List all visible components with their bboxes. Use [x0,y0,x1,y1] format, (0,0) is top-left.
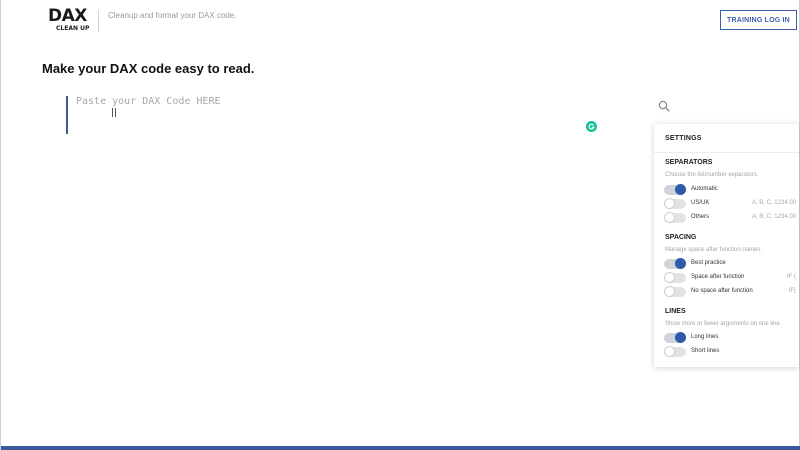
option-hint: IF( [788,288,796,294]
toggle-knob [675,184,686,195]
toggle-knob [664,212,675,223]
option-short-lines[interactable]: Short lines [664,346,796,358]
option-label: Others [691,214,710,220]
logo-divider [98,10,99,32]
bottom-accent-bar [1,446,800,450]
section-title-separators: SEPARATORS [665,159,713,166]
toggle-knob [664,346,675,357]
search-icon[interactable] [658,100,670,112]
page-title: Make your DAX code easy to read. [42,61,255,76]
option-hint: A, B, C, 1234.00 [751,200,796,206]
section-title-lines: LINES [665,308,686,315]
section-desc-spacing: Manage space after function names. [665,247,763,253]
option-hint: A; B; C; 1234,00 [751,214,796,220]
logo-main-text: DAX [48,6,87,26]
editor-accent-bar [66,96,68,134]
logo-sub-text: CLEAN UP [56,25,90,32]
training-login-button[interactable]: TRAINING LOG IN [720,10,797,30]
toggle-switch[interactable] [664,346,686,357]
toggle-switch[interactable] [664,332,686,343]
toggle-knob [664,272,675,283]
option-label: Automatic [691,186,718,192]
toggle-knob [675,258,686,269]
dax-code-editor[interactable] [76,96,636,134]
settings-panel: SETTINGS SEPARATORS Choose the list/numb… [654,124,799,367]
option-hint: IF ( [787,274,796,280]
option-automatic[interactable]: Automatic [664,184,796,196]
section-desc-separators: Choose the list/number separators. [665,172,759,178]
logo[interactable]: DAX CLEAN UP [48,6,90,33]
toggle-switch[interactable] [664,198,686,209]
grammarly-icon[interactable] [586,121,597,132]
settings-title: SETTINGS [665,135,702,142]
option-long-lines[interactable]: Long lines [664,332,796,344]
option-label: Long lines [691,334,719,340]
toggle-switch[interactable] [664,286,686,297]
option-us-uk[interactable]: US/UK A, B, C, 1234.00 [664,198,796,210]
settings-divider [654,152,799,153]
toggle-switch[interactable] [664,212,686,223]
header: DAX CLEAN UP Cleanup and format your DAX… [1,0,800,42]
toggle-switch[interactable] [664,184,686,195]
toggle-switch[interactable] [664,258,686,269]
toggle-switch[interactable] [664,272,686,283]
toggle-knob [664,286,675,297]
toggle-knob [675,332,686,343]
text-cursor-icon [112,108,116,117]
option-label: No space after function [691,288,753,294]
option-others[interactable]: Others A; B; C; 1234,00 [664,212,796,224]
option-label: US/UK [691,200,710,206]
option-no-space-after-function[interactable]: No space after function IF( [664,286,796,298]
section-desc-lines: Show more or fewer arguments on one line… [665,321,782,327]
tagline: Cleanup and format your DAX code. [108,11,237,20]
option-label: Best practice [691,260,726,266]
option-label: Space after function [691,274,745,280]
option-best-practice[interactable]: Best practice [664,258,796,270]
option-label: Short lines [691,348,720,354]
toggle-knob [664,198,675,209]
section-title-spacing: SPACING [665,234,697,241]
option-space-after-function[interactable]: Space after function IF ( [664,272,796,284]
